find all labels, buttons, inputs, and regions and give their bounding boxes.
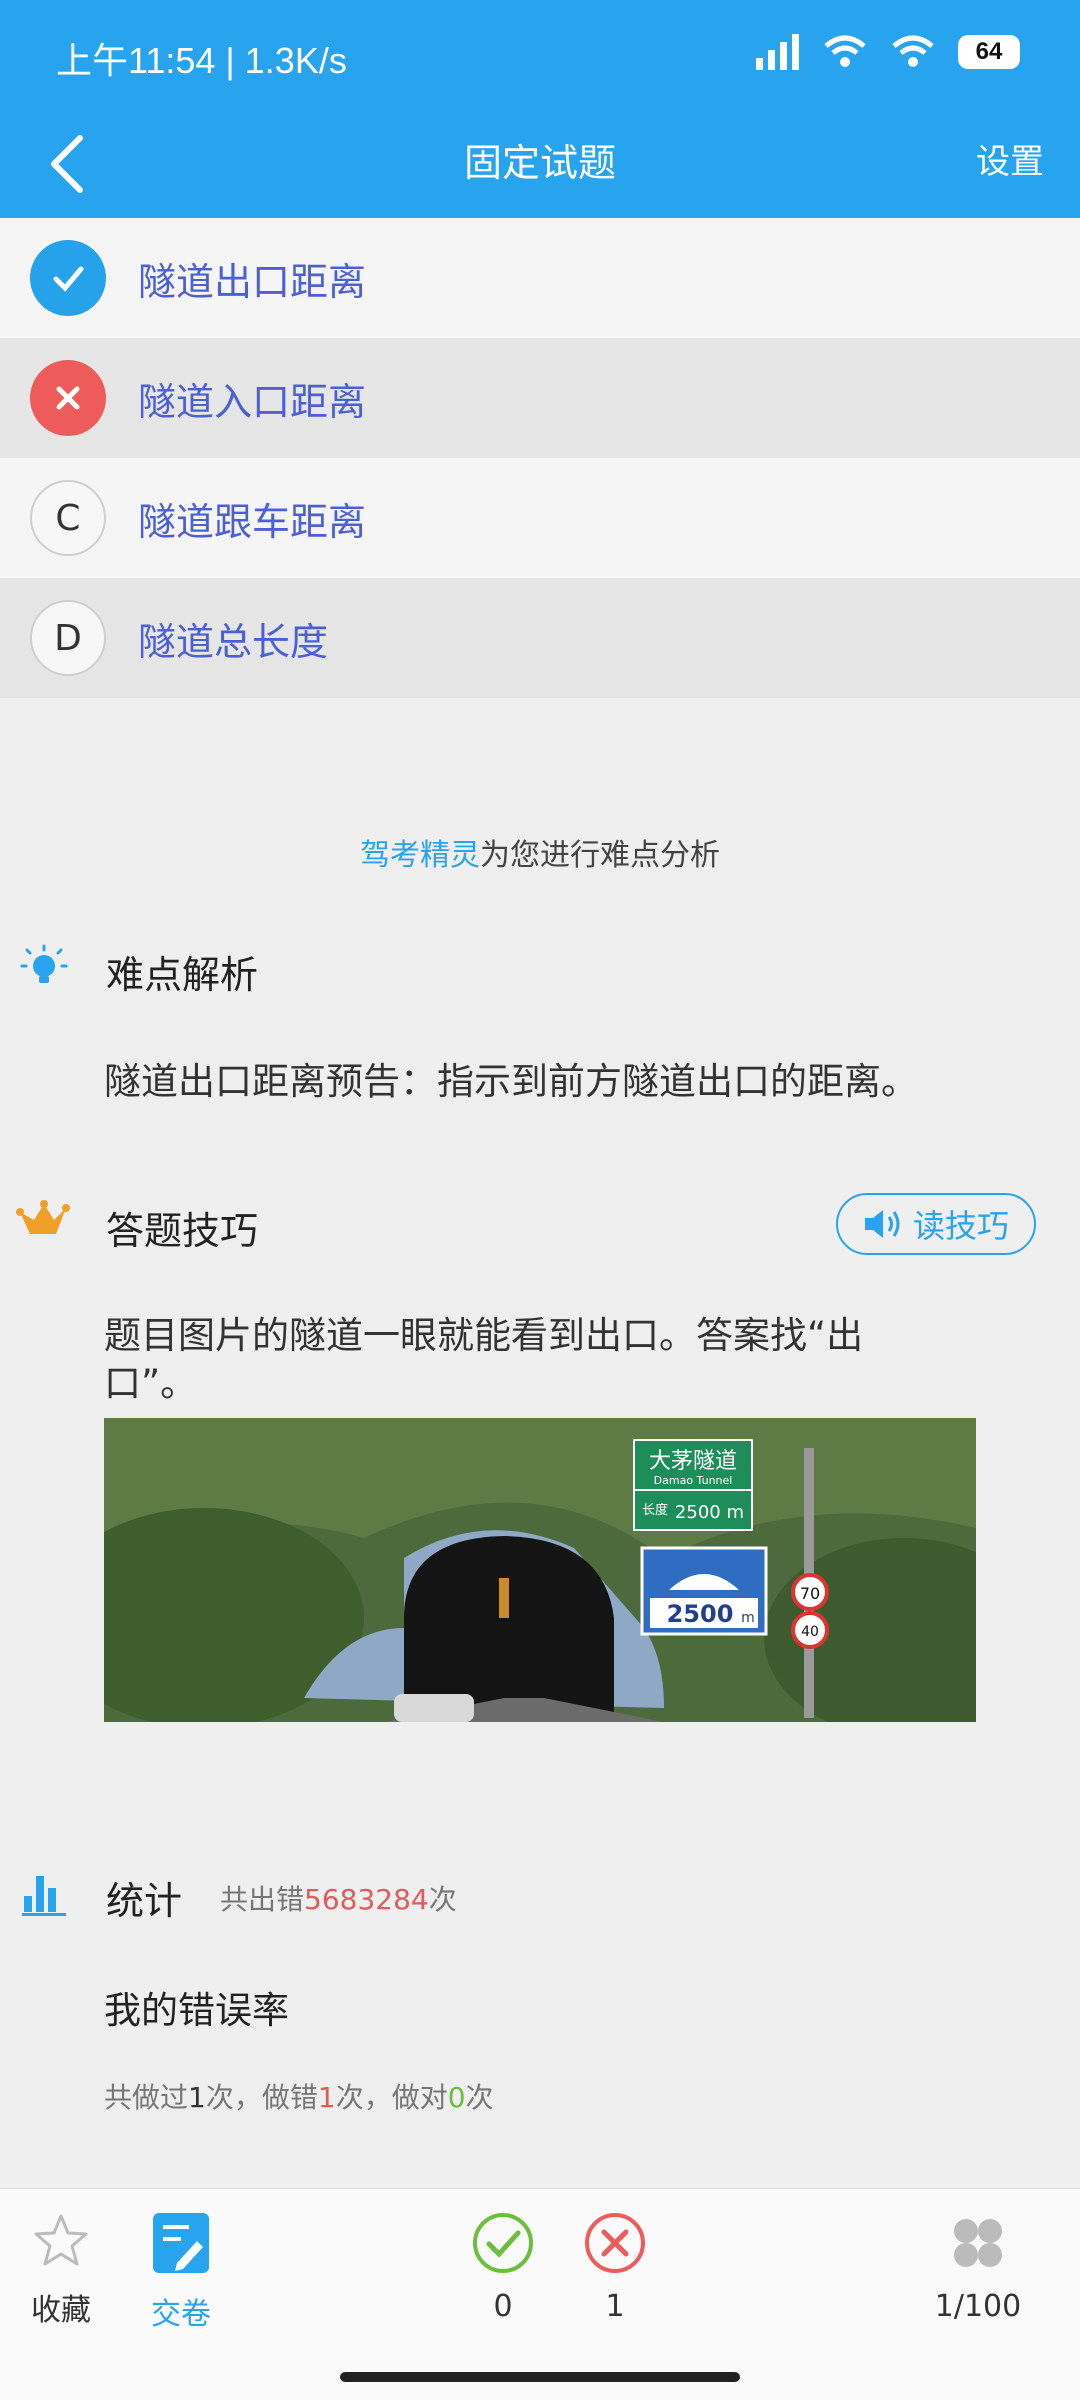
battery-icon: 64 [958, 35, 1020, 69]
option-text: 隧道总长度 [138, 619, 329, 664]
sign-length-value: 2500 m [675, 1502, 744, 1523]
bottom-bar: 收藏 交卷 0 1 1/100 [0, 2188, 1080, 2400]
read-tips-button[interactable]: 读技巧 [836, 1193, 1036, 1255]
bar-chart-icon [22, 1876, 66, 1916]
total-errors: 共出错5683284次 [220, 1883, 457, 1916]
progress-label: 1/100 [934, 2289, 1022, 2324]
brand-link[interactable]: 驾考精灵 [360, 838, 480, 873]
submit-button[interactable]: 交卷 [148, 2211, 214, 2333]
wifi-icon [892, 35, 934, 67]
option-d[interactable]: D 隧道总长度 [0, 578, 1080, 698]
correct-icon [473, 2213, 533, 2273]
tips-title: 答题技巧 [106, 1209, 259, 1253]
status-icons: 64 [756, 34, 1020, 70]
sign-name-cn: 大茅隧道 [649, 1449, 737, 1474]
crown-icon [16, 1200, 70, 1234]
tunnel-name-sign: 大茅隧道 Damao Tunnel 长度 2500 m [633, 1439, 753, 1531]
submit-label: 交卷 [151, 2297, 211, 2332]
option-b[interactable]: 隧道入口距离 [0, 338, 1080, 458]
wifi-plus-icon [824, 35, 866, 67]
my-record: 共做过1次，做错1次，做对0次 [104, 2081, 494, 2114]
navbar: 固定试题 设置 [0, 110, 1080, 218]
wrong-count: 1 [605, 2289, 625, 2324]
sign-name-en: Damao Tunnel [654, 1474, 733, 1487]
my-error-rate-title: 我的错误率 [104, 1989, 289, 2032]
option-marker: D [30, 600, 106, 676]
min-speed-value: 40 [801, 1624, 819, 1640]
home-indicator [340, 2372, 740, 2382]
question-image: 大茅隧道 Damao Tunnel 长度 2500 m 2500 m 70 40 [104, 1418, 976, 1722]
favorite-button[interactable]: 收藏 [28, 2211, 94, 2329]
page-title: 固定试题 [463, 141, 616, 185]
difficulty-text: 隧道出口距离预告：指示到前方隧道出口的距离。 [104, 1060, 918, 1103]
grid-icon [954, 2219, 1002, 2267]
wrong-icon [585, 2213, 645, 2273]
status-time: 上午11:54 | 1.3K/s [56, 40, 347, 81]
star-icon [34, 2214, 88, 2266]
cross-icon [30, 360, 106, 436]
settings-button[interactable]: 设置 [976, 134, 1044, 183]
stats-title: 统计 [106, 1879, 183, 1923]
progress-button[interactable]: 1/100 [930, 2211, 1026, 2324]
difficulty-title: 难点解析 [106, 953, 259, 997]
read-tips-label: 读技巧 [912, 1207, 1009, 1245]
option-marker: C [30, 480, 106, 556]
status-bar: 上午11:54 | 1.3K/s 64 [0, 0, 1080, 110]
sign-distance-unit: m [741, 1610, 755, 1626]
option-text: 隧道入口距离 [138, 379, 367, 424]
wrong-counter[interactable]: 1 [582, 2211, 648, 2324]
signal-icon [756, 34, 799, 70]
option-c[interactable]: C 隧道跟车距离 [0, 458, 1080, 578]
check-icon [30, 240, 106, 316]
correct-counter[interactable]: 0 [470, 2211, 536, 2324]
speed-limit-value: 70 [800, 1584, 820, 1603]
helper-text: 为您进行难点分析 [480, 838, 720, 873]
option-text: 隧道出口距离 [138, 259, 367, 304]
tips-text: 题目图片的隧道一眼就能看到出口。答案找“出口”。 [104, 1314, 864, 1405]
analysis-helper: 驾考精灵为您进行难点分析 [0, 830, 1080, 874]
option-a[interactable]: 隧道出口距离 [0, 218, 1080, 338]
answer-options: 隧道出口距离 隧道入口距离 C 隧道跟车距离 D 隧道总长度 [0, 218, 1080, 698]
speaker-icon [864, 1210, 900, 1238]
favorite-label: 收藏 [31, 2293, 91, 2328]
sign-length-label: 长度 [642, 1502, 668, 1518]
top-header: 上午11:54 | 1.3K/s 64 固定试题 设置 [0, 0, 1080, 218]
sign-distance: 2500 [667, 1600, 734, 1628]
correct-count: 0 [493, 2289, 513, 2324]
submit-paper-icon [153, 2213, 209, 2273]
option-text: 隧道跟车距离 [138, 499, 367, 544]
tunnel-exit-sign: 2500 m [640, 1546, 768, 1636]
lightbulb-icon [20, 944, 68, 983]
